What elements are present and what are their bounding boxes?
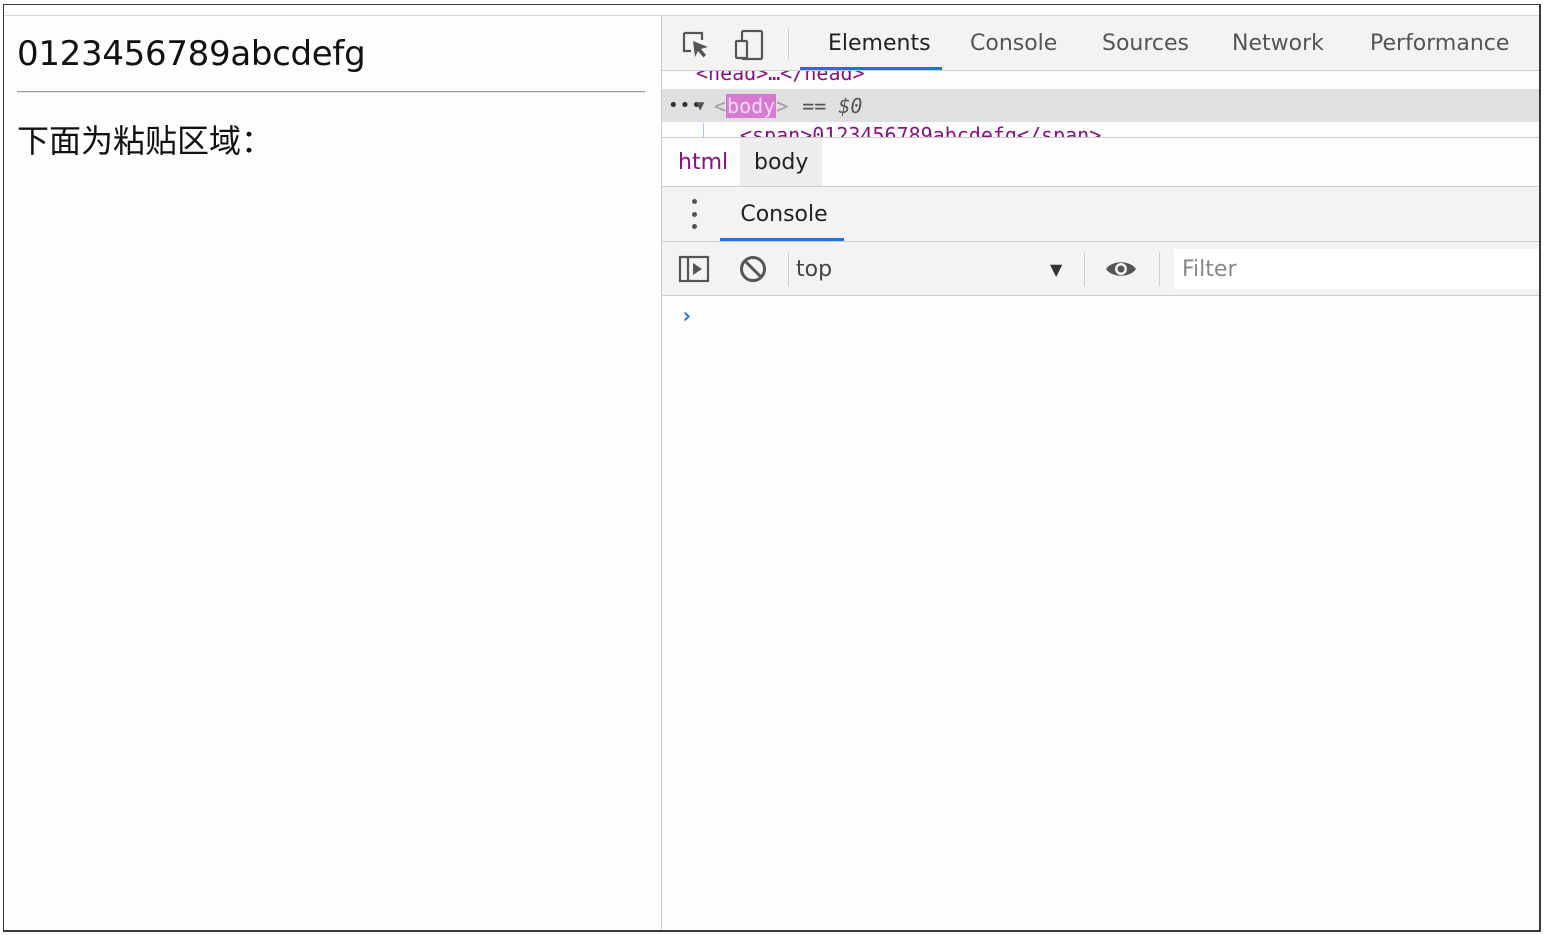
selected-node-marker: == $0 <box>802 93 863 118</box>
tab-console[interactable]: Console <box>970 16 1057 70</box>
collapse-triangle-icon[interactable]: ▼ <box>696 89 704 122</box>
tab-performance[interactable]: Performance <box>1370 16 1509 70</box>
breadcrumb-body[interactable]: body <box>740 138 823 186</box>
devtools-panel: Elements Console Sources Network Perform… <box>662 16 1539 930</box>
toolbar-separator <box>1084 252 1085 286</box>
drawer-tab-console[interactable]: Console <box>724 187 844 241</box>
body-tag[interactable]: < body > == $0 <box>714 89 862 122</box>
page-divider <box>17 91 645 93</box>
dom-node-span[interactable]: <span>0123456789abcdefg</span> <box>740 123 1101 137</box>
tag-close-bracket: > <box>776 93 789 118</box>
tab-elements[interactable]: Elements <box>828 16 931 70</box>
dom-tree[interactable]: <head>…</head> ••• ▼ < body > == $0 <spa… <box>662 71 1539 137</box>
filter-input[interactable] <box>1174 249 1539 289</box>
live-expression-eye-icon[interactable] <box>1104 252 1138 286</box>
page-content-text: 0123456789abcdefg <box>17 34 366 74</box>
tag-open-bracket: < <box>714 93 727 118</box>
drawer-header: Console <box>662 187 1539 242</box>
device-toolbar-icon[interactable] <box>733 29 765 61</box>
paste-area-label: 下面为粘贴区域： <box>17 122 274 160</box>
toolbar-separator <box>788 252 789 286</box>
dropdown-arrow-icon[interactable]: ▼ <box>1050 252 1062 286</box>
console-output[interactable]: › <box>662 296 1539 930</box>
console-toolbar: top ▼ <box>662 242 1539 296</box>
inspect-element-icon[interactable] <box>680 29 712 61</box>
tab-network[interactable]: Network <box>1232 16 1324 70</box>
breadcrumb: html body <box>662 138 1539 187</box>
devtools-tabbar: Elements Console Sources Network Perform… <box>662 16 1539 71</box>
active-tab-indicator <box>800 67 942 70</box>
drawer-menu-icon[interactable] <box>689 199 699 229</box>
console-prompt-icon: › <box>680 304 694 329</box>
page-viewport: 0123456789abcdefg 下面为粘贴区域： <box>4 16 661 930</box>
toolbar-separator <box>1159 252 1160 286</box>
show-sidebar-icon[interactable] <box>677 252 711 286</box>
toolbar-separator <box>788 28 789 60</box>
browser-frame: 0123456789abcdefg 下面为粘贴区域： Elements Cons… <box>3 4 1541 932</box>
dom-node-head[interactable]: <head>…</head> <box>696 71 865 85</box>
clear-console-icon[interactable] <box>736 252 770 286</box>
breadcrumb-html[interactable]: html <box>678 138 728 186</box>
tag-name-body: body <box>726 93 777 118</box>
tree-guide-line <box>703 123 704 137</box>
context-selector-value: top <box>796 256 833 282</box>
tab-sources[interactable]: Sources <box>1102 16 1189 70</box>
drawer-active-indicator <box>720 238 844 241</box>
context-selector[interactable]: top <box>796 250 1076 288</box>
